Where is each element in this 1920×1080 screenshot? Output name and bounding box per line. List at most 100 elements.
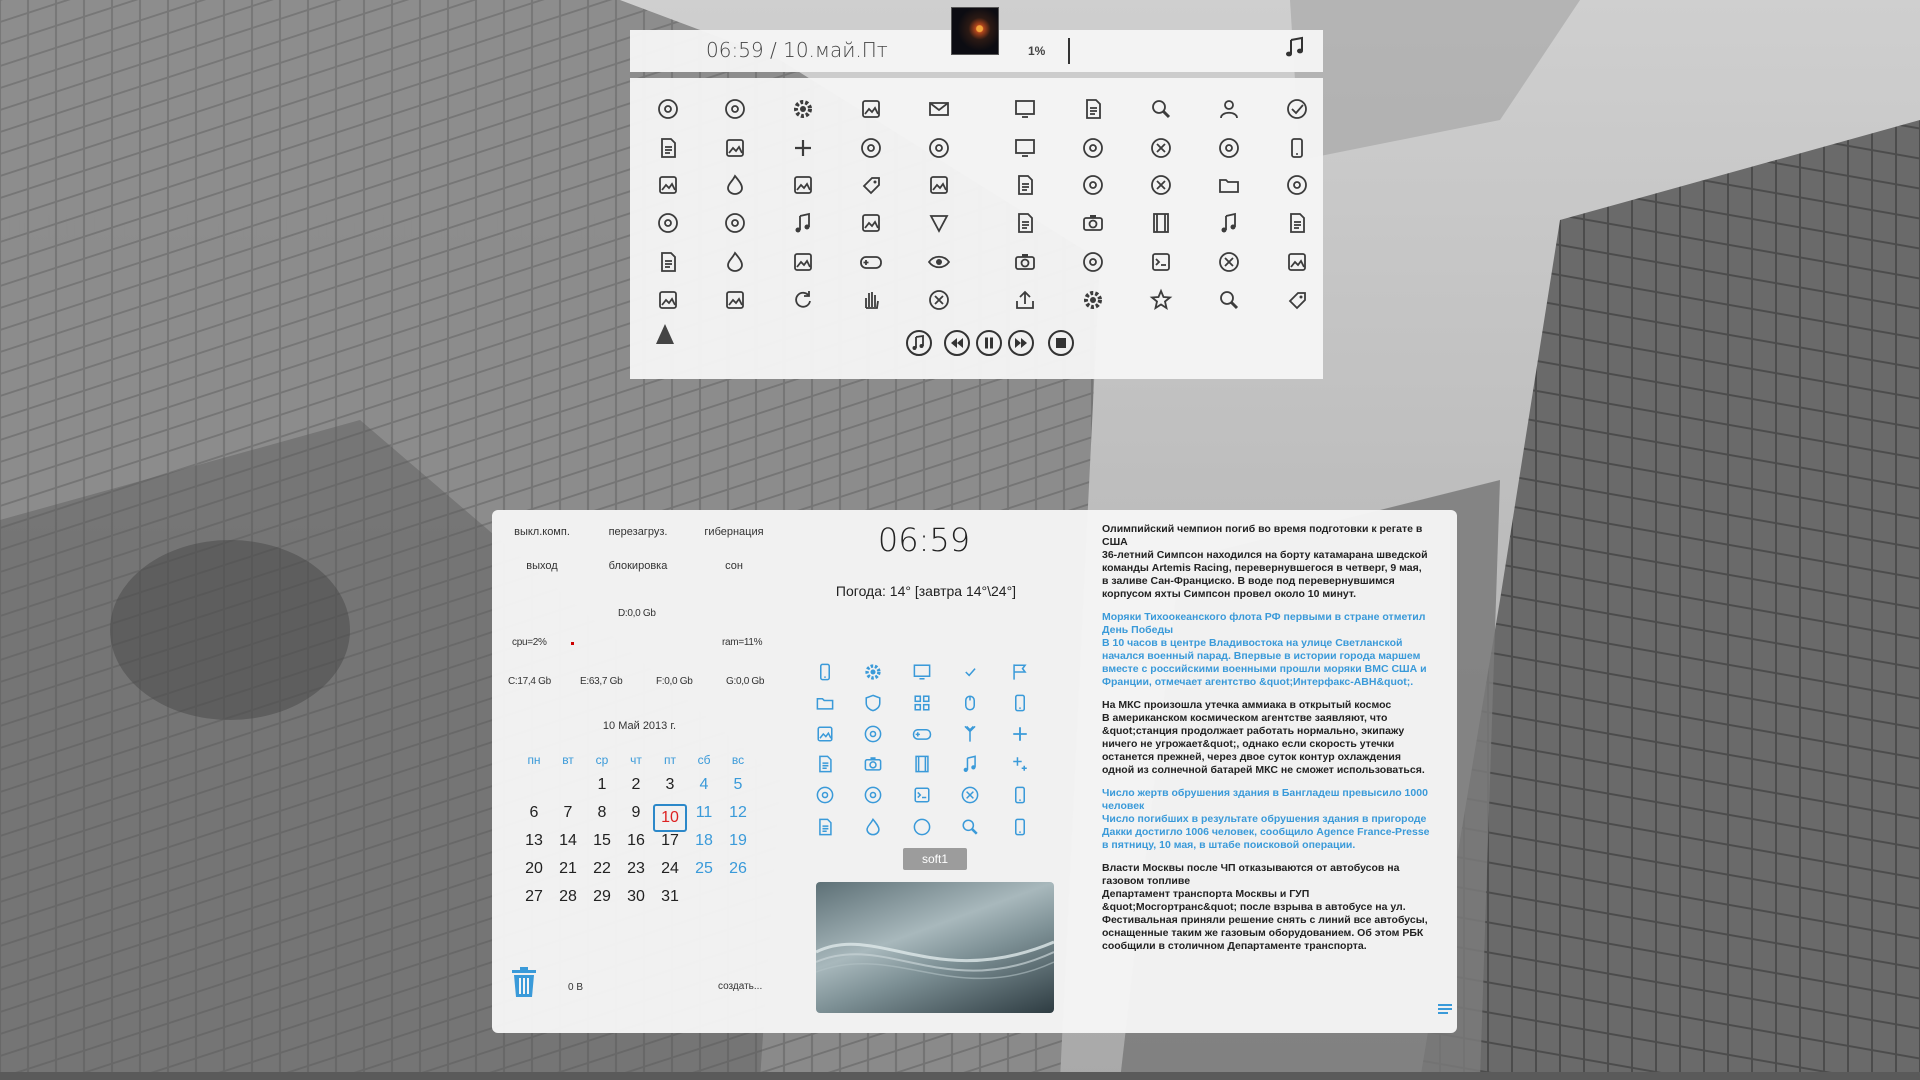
camera-icon[interactable] [1080, 210, 1106, 236]
palette-icon[interactable] [814, 784, 836, 806]
fire-icon[interactable] [862, 816, 884, 838]
calendar-day[interactable]: 20 [517, 860, 551, 878]
calendar-day[interactable]: 10 [653, 804, 687, 832]
calendar-day[interactable]: 12 [721, 804, 755, 822]
fast-forward-icon[interactable] [1006, 328, 1036, 358]
music-notes-icon[interactable] [1216, 210, 1242, 236]
calendar-day[interactable]: 11 [687, 804, 721, 822]
shutdown-button[interactable]: выкл.комп. [500, 520, 584, 544]
playlist-music-icon[interactable] [904, 328, 934, 358]
news-item[interactable]: Число жертв обрушения здания в Бангладеш… [1102, 787, 1430, 852]
antenna-icon[interactable] [959, 723, 981, 745]
calendar-day[interactable]: 1 [585, 776, 619, 794]
pizza-icon[interactable] [1216, 135, 1242, 161]
close-icon[interactable] [959, 784, 981, 806]
calendar-day[interactable]: 26 [721, 860, 755, 878]
camera-icon[interactable] [862, 753, 884, 775]
calendar-day[interactable]: 8 [585, 804, 619, 822]
news-item[interactable]: Моряки Тихоокеанского флота РФ первыми в… [1102, 611, 1430, 689]
news-title[interactable]: Власти Москвы после ЧП отказываются от а… [1102, 862, 1430, 888]
foot-logo-icon[interactable] [654, 322, 676, 351]
calendar-day[interactable]: 4 [687, 776, 721, 794]
reboot-button[interactable]: перезагруз. [596, 520, 680, 544]
news-title[interactable]: Число жертв обрушения здания в Бангладеш… [1102, 787, 1430, 813]
document-lines-icon[interactable] [1012, 172, 1038, 198]
chat-icon[interactable] [862, 784, 884, 806]
calendar-day[interactable]: 19 [721, 832, 755, 850]
mouse-icon[interactable] [959, 692, 981, 714]
archive-icon[interactable] [722, 135, 748, 161]
news-item[interactable]: Власти Москвы после ЧП отказываются от а… [1102, 862, 1430, 953]
calendar-day[interactable]: 16 [619, 832, 653, 850]
picture-settings-icon[interactable] [862, 661, 884, 683]
calendar-day[interactable]: 31 [653, 888, 687, 906]
calendar-day[interactable]: 24 [653, 860, 687, 878]
globe-icon[interactable] [858, 135, 884, 161]
sparkle-icon[interactable] [1009, 753, 1031, 775]
calendar-day[interactable]: 9 [619, 804, 653, 822]
settings-box-icon[interactable] [1080, 287, 1106, 313]
plus-icon[interactable] [1009, 723, 1031, 745]
aperture-icon[interactable] [722, 96, 748, 122]
album-art-thumbnail[interactable] [952, 8, 998, 54]
gamepad-icon[interactable] [858, 249, 884, 275]
news-menu-icon[interactable] [1438, 1003, 1452, 1021]
flag-icon[interactable] [1009, 661, 1031, 683]
rewind-icon[interactable] [942, 328, 972, 358]
box-icon[interactable] [911, 816, 933, 838]
xbox-icon[interactable] [926, 172, 952, 198]
calendar-day[interactable]: 25 [687, 860, 721, 878]
stop-icon[interactable] [1046, 328, 1076, 358]
edit-circle-icon[interactable] [858, 96, 884, 122]
star-icon[interactable] [1148, 287, 1174, 313]
calendar-day[interactable]: 13 [517, 832, 551, 850]
folder-image-icon[interactable] [1216, 172, 1242, 198]
lock-button[interactable]: блокировка [596, 554, 680, 578]
check-circle-icon[interactable] [1284, 96, 1310, 122]
music-note-icon[interactable] [1285, 36, 1305, 63]
calendar-day[interactable]: 2 [619, 776, 653, 794]
news-title[interactable]: На МКС произошла утечка аммиака в открыт… [1102, 699, 1430, 712]
text-align-icon[interactable] [814, 753, 836, 775]
grid-plus-icon[interactable] [790, 135, 816, 161]
sleep-button[interactable]: сон [692, 554, 776, 578]
calendar-day[interactable]: 28 [551, 888, 585, 906]
shield-icon[interactable] [862, 692, 884, 714]
folder-icon[interactable] [814, 692, 836, 714]
calendar-day[interactable]: 30 [619, 888, 653, 906]
search-icon[interactable] [959, 816, 981, 838]
edit-icon[interactable] [814, 723, 836, 745]
fire-icon[interactable] [722, 249, 748, 275]
terminal-icon[interactable] [911, 784, 933, 806]
search-icon[interactable] [1216, 287, 1242, 313]
monitor-icon[interactable] [911, 661, 933, 683]
refresh-icon[interactable] [790, 287, 816, 313]
hibernate-button[interactable]: гибернация [692, 520, 776, 544]
calendar-day[interactable]: 18 [687, 832, 721, 850]
image-file-icon[interactable] [858, 210, 884, 236]
phone-icon[interactable] [1284, 135, 1310, 161]
document-stack-icon[interactable] [1284, 210, 1310, 236]
palette-icon[interactable] [1284, 172, 1310, 198]
document-list-icon[interactable] [1080, 96, 1106, 122]
film-icon[interactable] [1148, 210, 1174, 236]
image-frame-icon[interactable] [722, 287, 748, 313]
easel-icon[interactable] [655, 287, 681, 313]
volume-slider-handle[interactable] [1068, 38, 1070, 64]
fireworks-icon[interactable] [722, 172, 748, 198]
soft1-button[interactable]: soft1 [903, 848, 967, 870]
cancel-circle-icon[interactable] [926, 287, 952, 313]
copy-window-icon[interactable] [1012, 135, 1038, 161]
battery-icon[interactable] [1009, 816, 1031, 838]
x-box-icon[interactable] [1148, 135, 1174, 161]
pause-icon[interactable] [974, 328, 1004, 358]
notes-icon[interactable] [1012, 210, 1038, 236]
user-icon[interactable] [1216, 96, 1242, 122]
chart-pie-icon[interactable] [1080, 135, 1106, 161]
calendar-day[interactable]: 15 [585, 832, 619, 850]
record-icon[interactable] [1080, 249, 1106, 275]
photo-camera-icon[interactable] [1012, 249, 1038, 275]
news-item[interactable]: На МКС произошла утечка аммиака в открыт… [1102, 699, 1430, 777]
leaf-outline-icon[interactable] [722, 210, 748, 236]
wallpaper-preview[interactable] [816, 882, 1054, 1013]
